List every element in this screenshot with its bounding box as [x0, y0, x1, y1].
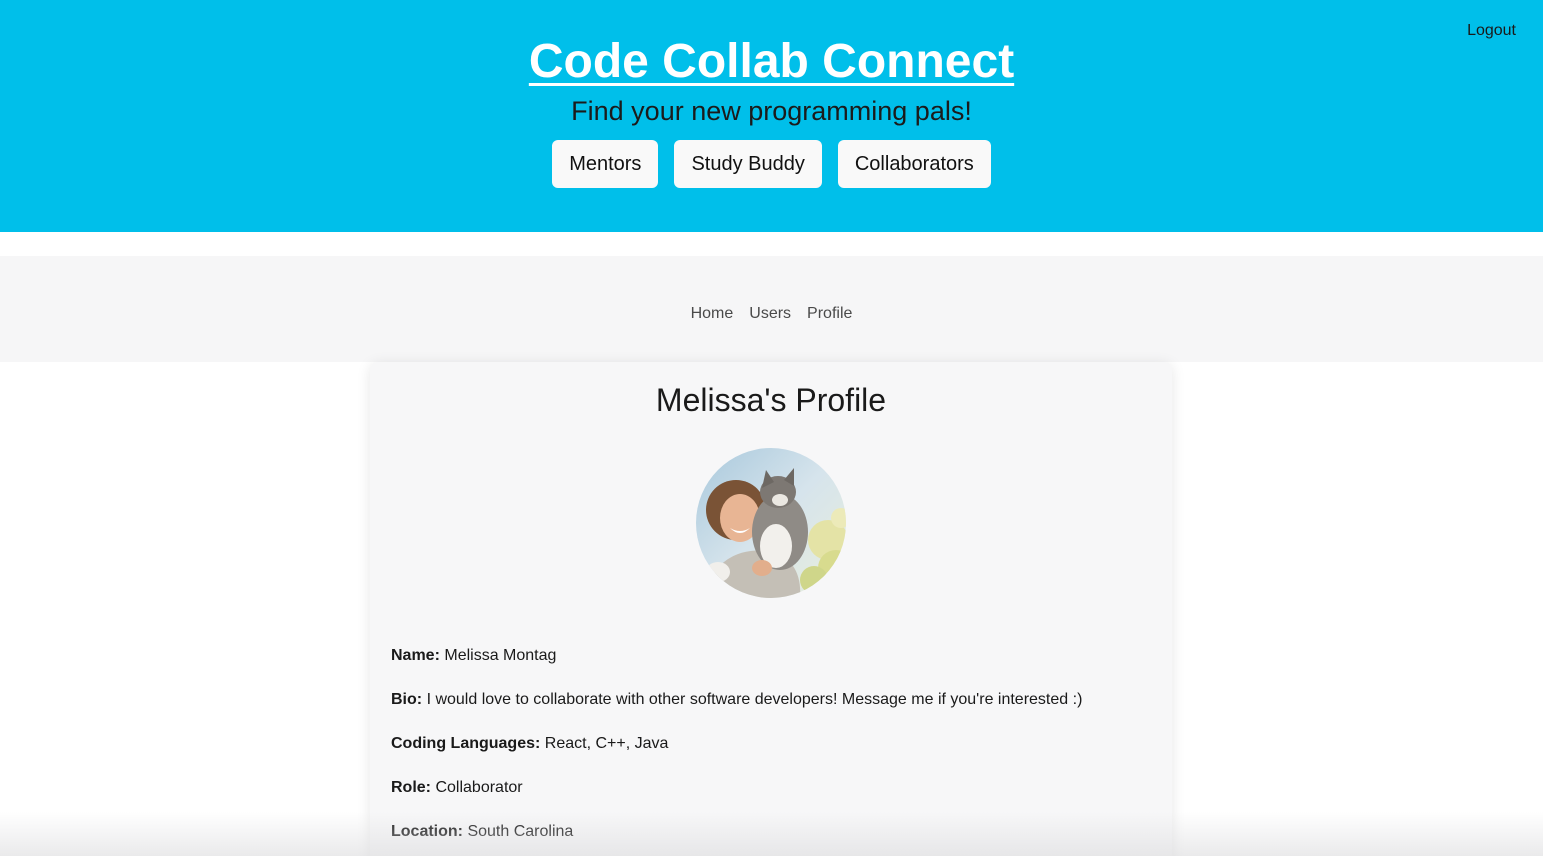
languages-value: React, C++, Java — [544, 735, 669, 752]
role-value: Collaborator — [435, 779, 523, 796]
name-label: Name: — [391, 647, 440, 664]
nav-profile-link[interactable]: Profile — [807, 304, 852, 324]
site-title-link[interactable]: Code Collab Connect — [529, 35, 1014, 88]
name-value: Melissa Montag — [444, 647, 557, 664]
collaborators-button[interactable]: Collaborators — [837, 140, 991, 188]
profile-heading: Melissa's Profile — [655, 382, 887, 418]
languages-label: Coding Languages: — [391, 735, 541, 752]
profile-avatar — [696, 448, 846, 598]
hero-header: Logout Code Collab Connect Find your new… — [0, 0, 1543, 232]
nav-home-link[interactable]: Home — [691, 304, 734, 324]
main-nav: Home Users Profile — [0, 304, 1543, 324]
mentors-button[interactable]: Mentors — [552, 140, 659, 188]
profile-location-field: Location: South Carolina — [391, 822, 573, 842]
location-label: Location: — [391, 823, 463, 840]
profile-bio-field: Bio: I would love to collaborate with ot… — [391, 690, 1082, 710]
study-buddy-button[interactable]: Study Buddy — [674, 140, 822, 188]
profile-photo-icon — [696, 448, 846, 598]
profile-role-field: Role: Collaborator — [391, 778, 523, 798]
profile-languages-field: Coding Languages: React, C++, Java — [391, 734, 668, 754]
profile-card: Melissa's Profile Name: Melissa Montag B… — [370, 362, 1172, 856]
role-button-group: Mentors Study Buddy Collaborators — [0, 140, 1543, 188]
profile-name-field: Name: Melissa Montag — [391, 646, 556, 666]
site-title[interactable]: Code Collab Connect — [0, 34, 1543, 90]
site-tagline: Find your new programming pals! — [571, 96, 972, 126]
location-value: South Carolina — [467, 823, 574, 840]
bio-value: I would love to collaborate with other s… — [426, 691, 1083, 708]
nav-users-link[interactable]: Users — [749, 304, 791, 324]
role-label: Role: — [391, 779, 431, 796]
bio-label: Bio: — [391, 691, 423, 708]
